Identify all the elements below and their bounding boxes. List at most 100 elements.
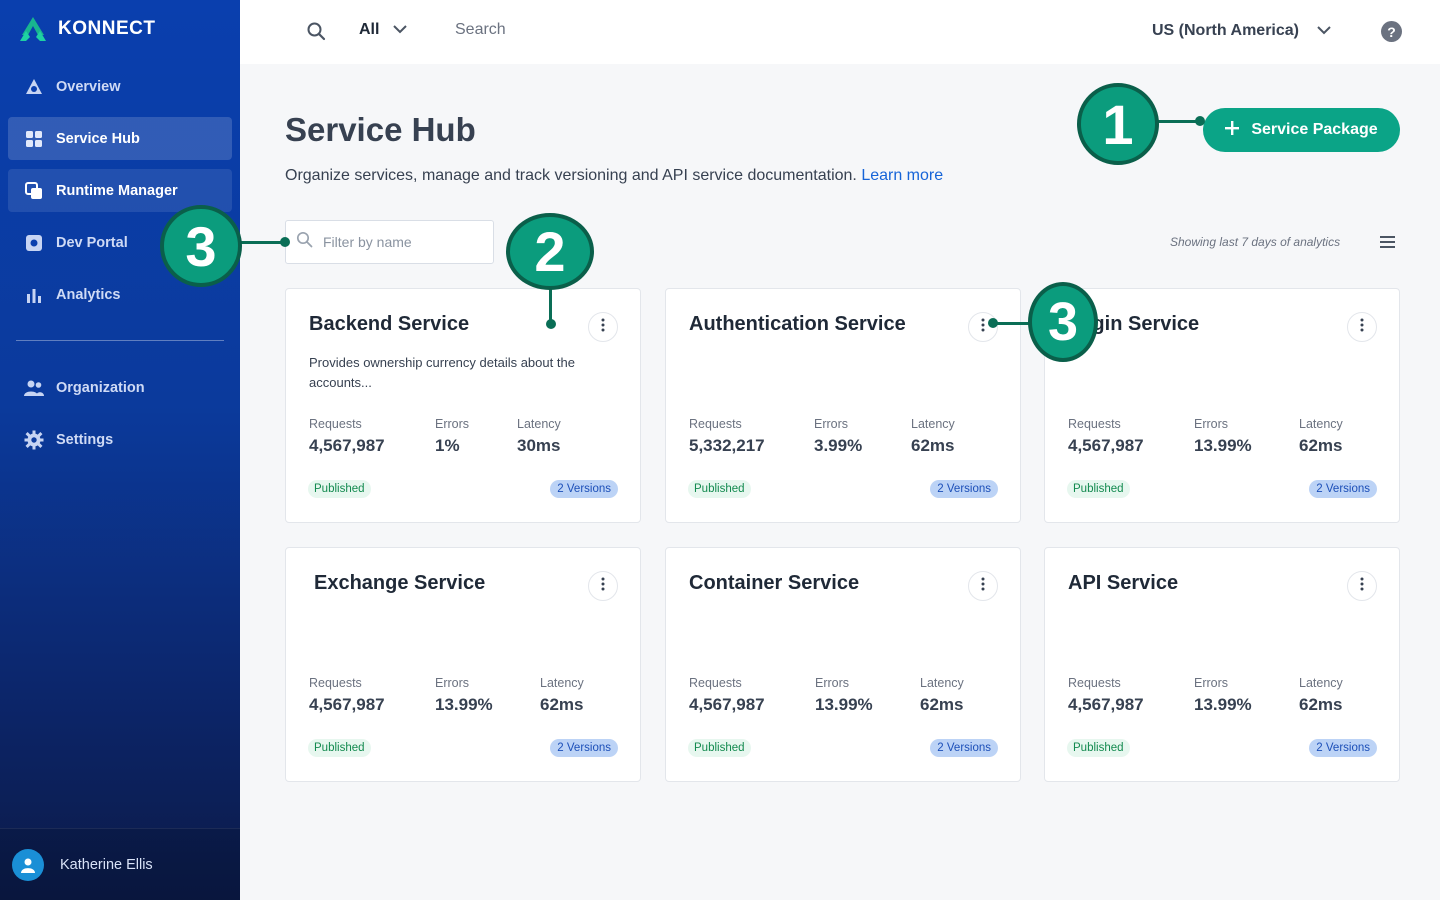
- callout-connector: [994, 322, 1032, 325]
- overview-icon: [24, 77, 44, 97]
- latency-metric: Latency 62ms: [920, 676, 964, 715]
- versions-badge[interactable]: 2 Versions: [550, 480, 618, 498]
- versions-badge[interactable]: 2 Versions: [1309, 480, 1377, 498]
- search-icon[interactable]: [306, 21, 326, 46]
- sidebar-item-settings[interactable]: Settings: [8, 418, 232, 461]
- layers-icon: [24, 181, 44, 201]
- metric-value: 13.99%: [1194, 695, 1252, 714]
- service-card[interactable]: Authentication Service Requests 5,332,217…: [665, 288, 1021, 523]
- metric-value: 4,567,987: [309, 436, 385, 455]
- callout-connector: [238, 241, 286, 244]
- callout-connector: [549, 284, 552, 324]
- callout-badge: 3: [160, 205, 242, 287]
- metric-value: 13.99%: [1194, 436, 1252, 455]
- sidebar: KONNECT Overview Service Hub Runtime Man…: [0, 0, 240, 900]
- callout-dot: [280, 237, 290, 247]
- errors-metric: Errors 13.99%: [1194, 676, 1252, 715]
- kebab-menu-icon: [601, 577, 605, 596]
- help-icon[interactable]: ?: [1381, 21, 1402, 42]
- metric-value: 62ms: [911, 436, 955, 455]
- service-card[interactable]: Container Service Requests 4,567,987 Erro…: [665, 547, 1021, 782]
- metric-label: Errors: [1194, 417, 1229, 431]
- logo[interactable]: KONNECT: [18, 14, 155, 44]
- sidebar-item-label: Organization: [56, 379, 145, 396]
- metric-value: 62ms: [920, 695, 964, 714]
- metric-value: 13.99%: [815, 695, 873, 714]
- metric-label: Errors: [435, 676, 470, 690]
- sidebar-secondary-nav: Organization Settings: [8, 366, 232, 470]
- user-icon: [21, 858, 35, 873]
- metric-label: Latency: [1299, 676, 1343, 690]
- service-card[interactable]: Exchange Service Requests 4,567,987 Error…: [285, 547, 641, 782]
- sidebar-item-organization[interactable]: Organization: [8, 366, 232, 409]
- metric-value: 62ms: [540, 695, 584, 714]
- card-menu-button[interactable]: [1347, 571, 1377, 601]
- add-service-package-button[interactable]: Service Package: [1203, 108, 1400, 152]
- filter-input[interactable]: Filter by name: [285, 220, 494, 264]
- list-view-icon[interactable]: [1380, 235, 1396, 254]
- region-label: US (North America): [1152, 22, 1299, 39]
- versions-badge[interactable]: 2 Versions: [930, 739, 998, 757]
- metric-label: Requests: [1068, 417, 1121, 431]
- card-menu-button[interactable]: [968, 571, 998, 601]
- grid-icon: [24, 129, 44, 149]
- callout-dot: [988, 318, 998, 328]
- metric-value: 4,567,987: [1068, 436, 1144, 455]
- latency-metric: Latency 30ms: [517, 417, 561, 456]
- metric-label: Latency: [540, 676, 584, 690]
- card-menu-button[interactable]: [1347, 312, 1377, 342]
- sidebar-item-label: Analytics: [56, 286, 121, 303]
- sidebar-item-label: Runtime Manager: [56, 182, 178, 199]
- gear-icon: [24, 430, 44, 450]
- callout-dot: [1195, 116, 1205, 126]
- kebab-menu-icon: [981, 577, 985, 596]
- metric-value: 4,567,987: [689, 695, 765, 714]
- service-card[interactable]: Backend Service Provides ownership curre…: [285, 288, 641, 523]
- metric-value: 5,332,217: [689, 436, 765, 455]
- sidebar-item-service-hub[interactable]: Service Hub: [8, 117, 232, 160]
- latency-metric: Latency 62ms: [540, 676, 584, 715]
- callout-badge: 3: [1028, 282, 1098, 362]
- metric-value: 4,567,987: [1068, 695, 1144, 714]
- page-description-text: Organize services, manage and track vers…: [285, 167, 857, 184]
- avatar: [12, 848, 44, 881]
- metric-value: 3.99%: [814, 436, 863, 455]
- card-menu-button[interactable]: [588, 571, 618, 601]
- card-menu-button[interactable]: [588, 312, 618, 342]
- latency-metric: Latency 62ms: [1299, 417, 1343, 456]
- status-badge: Published: [308, 739, 371, 757]
- search-icon: [296, 231, 313, 253]
- sidebar-item-overview[interactable]: Overview: [8, 65, 232, 108]
- kebab-menu-icon: [601, 318, 605, 337]
- metric-label: Errors: [1194, 676, 1229, 690]
- requests-metric: Requests 4,567,987: [1068, 676, 1144, 715]
- learn-more-link[interactable]: Learn more: [861, 167, 943, 184]
- versions-badge[interactable]: 2 Versions: [1309, 739, 1377, 757]
- logo-text: KONNECT: [58, 18, 156, 39]
- service-card[interactable]: API Service Requests 4,567,987 Errors 13.9…: [1044, 547, 1400, 782]
- kebab-menu-icon: [1360, 577, 1364, 596]
- card-title: API Service: [1068, 572, 1179, 594]
- metric-label: Errors: [815, 676, 850, 690]
- card-title: Authentication Service: [689, 313, 906, 335]
- portal-icon: [24, 233, 44, 253]
- requests-metric: Requests 4,567,987: [1068, 417, 1144, 456]
- region-selector[interactable]: US (North America): [1152, 22, 1331, 40]
- search-scope-dropdown[interactable]: All: [359, 21, 408, 39]
- kebab-menu-icon: [981, 318, 985, 337]
- add-service-package-label: Service Package: [1251, 121, 1378, 138]
- user-profile[interactable]: Katherine Ellis: [0, 828, 240, 900]
- errors-metric: Errors 1%: [435, 417, 469, 456]
- page-title: Service Hub: [285, 111, 476, 148]
- metric-value: 62ms: [1299, 436, 1343, 455]
- global-search-input[interactable]: Search: [455, 21, 506, 39]
- versions-badge[interactable]: 2 Versions: [930, 480, 998, 498]
- metric-label: Latency: [1299, 417, 1343, 431]
- metric-label: Requests: [689, 417, 742, 431]
- metric-value: 4,567,987: [309, 695, 385, 714]
- versions-badge[interactable]: 2 Versions: [550, 739, 618, 757]
- requests-metric: Requests 4,567,987: [309, 417, 385, 456]
- errors-metric: Errors 13.99%: [1194, 417, 1252, 456]
- kebab-menu-icon: [1360, 318, 1364, 337]
- topbar: All Search US (North America) ?: [240, 0, 1440, 64]
